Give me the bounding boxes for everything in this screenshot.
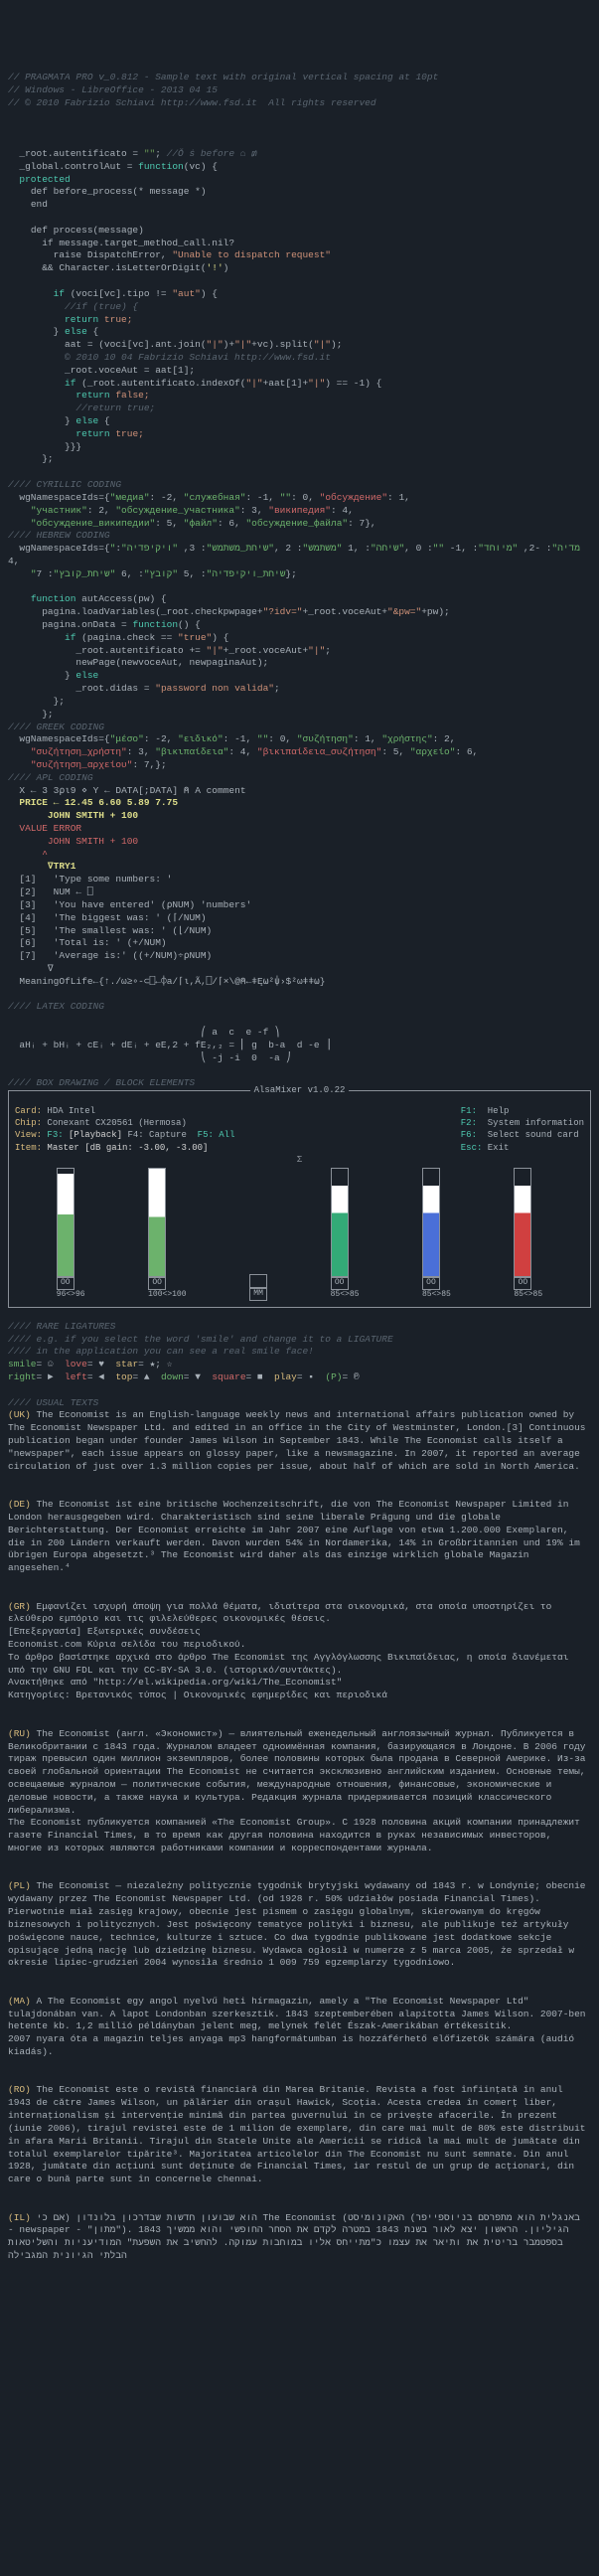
alsamixer-panel: AlsaMixer v1.0.22 Card: HDA Intel Chip: … bbox=[8, 1090, 591, 1308]
apl-title: //// APL CODING bbox=[8, 772, 93, 783]
ligatures-title: //// RARE LIGATURES bbox=[8, 1321, 115, 1332]
greek-title: //// GREEK CODING bbox=[8, 722, 104, 732]
text-il: (IL) הוא שבועון חדשות שבדרכון בלונדון (א… bbox=[8, 2212, 591, 2263]
header-comment: // PRAGMATA PRO v_0.812 - Sample text wi… bbox=[8, 59, 591, 109]
usual-title: //// USUAL TEXTS bbox=[8, 1397, 98, 1408]
mixer-bar[interactable]: MM bbox=[249, 1274, 267, 1301]
mixer-bar[interactable]: OO100<>100 bbox=[148, 1168, 186, 1301]
mixer-bar[interactable]: OO96<>96 bbox=[57, 1168, 85, 1301]
text-ro: (RO) The Economist este o revistă financ… bbox=[8, 2084, 591, 2186]
text-gr: (GR) Εμφανίζει ισχυρή άποψη για πολλά θέ… bbox=[8, 1601, 591, 1703]
text-ma: (MA) A The Economist egy angol nyelvű he… bbox=[8, 1996, 591, 2059]
box-title: //// BOX DRAWING / BLOCK ELEMENTS bbox=[8, 1077, 195, 1088]
alsa-right-info: F1: Help F2: System information F6: Sele… bbox=[461, 1093, 584, 1154]
mixer-bar[interactable]: OO85<>85 bbox=[422, 1168, 451, 1301]
mixer-bar[interactable]: OO85<>85 bbox=[331, 1168, 360, 1301]
text-pl: (PL) The Economist — niezależny politycz… bbox=[8, 1880, 591, 1970]
cyrillic-title: //// CYRILLIC CODING bbox=[8, 479, 121, 490]
mixer-bar[interactable]: OO85<>85 bbox=[514, 1168, 542, 1301]
code-block-1: _root.autentificato = ""; //Ŏ ṡ before ⌂… bbox=[8, 135, 591, 466]
alsa-left-info: Card: HDA Intel Chip: Conexant CX20561 (… bbox=[15, 1093, 234, 1154]
text-uk: (UK) The Economist is an English-languag… bbox=[8, 1409, 591, 1473]
latex-title: //// LATEX CODING bbox=[8, 1001, 104, 1012]
text-ru: (RU) The Economist (англ. «Экономист») —… bbox=[8, 1728, 591, 1855]
text-de: (DE) The Economist ist eine britische Wo… bbox=[8, 1499, 591, 1575]
hebrew-title: //// HEBREW CODING bbox=[8, 530, 110, 541]
